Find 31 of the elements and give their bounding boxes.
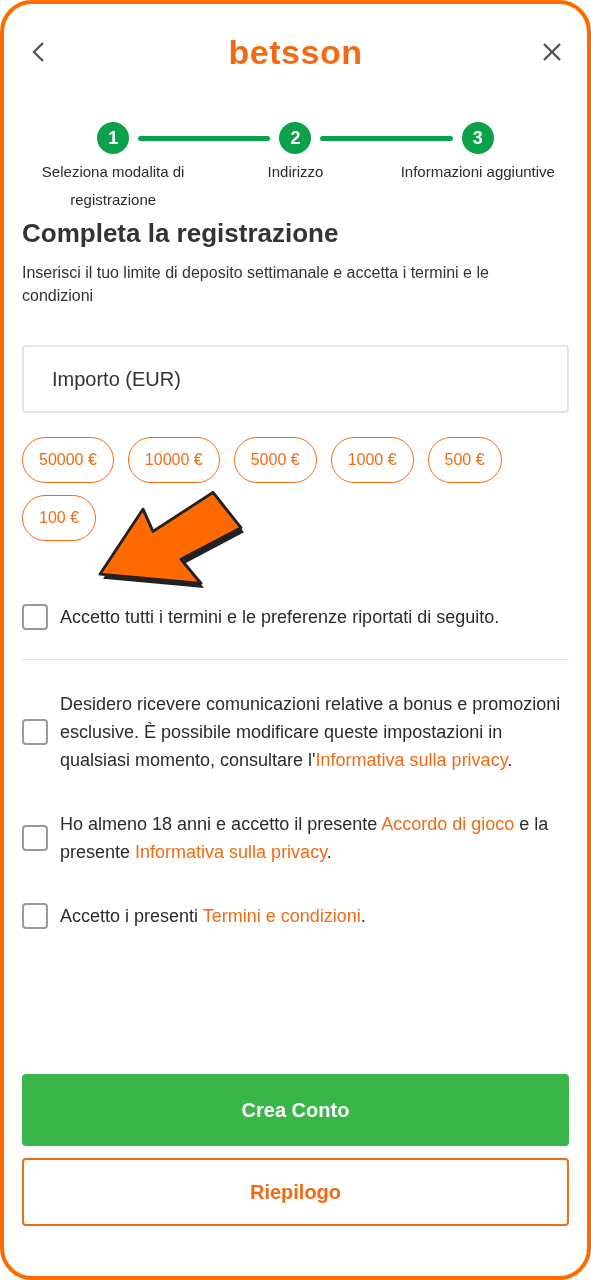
page-title: Completa la registrazione xyxy=(22,218,340,249)
amount-chip[interactable]: 10000 € xyxy=(127,437,220,483)
create-account-button[interactable]: Crea Conto xyxy=(22,1074,569,1146)
consent-text: Ho almeno 18 anni e accetto il presente Accordo di gioco e la presente Informativa sulla privacy. xyxy=(60,813,550,864)
amount-chip[interactable]: 50000 € xyxy=(22,437,114,483)
amount-input-field[interactable]: Importo (EUR) xyxy=(22,345,569,413)
link[interactable]: Termini e condizioni xyxy=(202,906,361,926)
link[interactable]: Informativa sulla privacy xyxy=(315,750,508,770)
checkbox[interactable] xyxy=(22,903,48,929)
step-label: Indirizzo xyxy=(267,162,324,182)
consent-text: Desidero ricevere comunicazioni relative a bonus e promozioni esclusive. È possibile modificare queste impostazioni in qualsiasi momento, consultare l'Informativa sulla privacy. xyxy=(60,693,562,772)
link[interactable]: Informativa sulla privacy xyxy=(135,842,327,862)
amount-chip[interactable]: 500 € xyxy=(427,437,502,483)
summary-button[interactable]: Riepilogo xyxy=(22,1158,569,1226)
close-icon[interactable] xyxy=(541,41,563,63)
step-number: 2 xyxy=(279,122,312,154)
amount-chip[interactable]: 1000 € xyxy=(330,437,414,483)
amount-chip[interactable]: 100 € xyxy=(22,495,97,541)
consent-text: Accetto tutti i termini e le preferenze riportati di seguito. xyxy=(60,606,500,629)
step-number: 3 xyxy=(461,122,494,154)
link[interactable]: Accordo di gioco xyxy=(381,814,515,834)
step-label: Seleziona modalita di registrazione xyxy=(40,162,186,210)
instructions-text: Inserisci il tuo limite di deposito settimanale e accetta i termini e le condizioni xyxy=(22,263,490,306)
checkbox[interactable] xyxy=(22,719,48,745)
checkbox[interactable] xyxy=(22,825,48,851)
checkbox[interactable] xyxy=(22,604,48,630)
step-label: Informazioni aggiuntive xyxy=(400,162,555,182)
amount-chip[interactable]: 5000 € xyxy=(233,437,317,483)
step-number: 1 xyxy=(97,122,130,154)
logo: betsson xyxy=(228,32,363,72)
consent-text: Accetto i presenti Termini e condizioni. xyxy=(60,905,366,928)
